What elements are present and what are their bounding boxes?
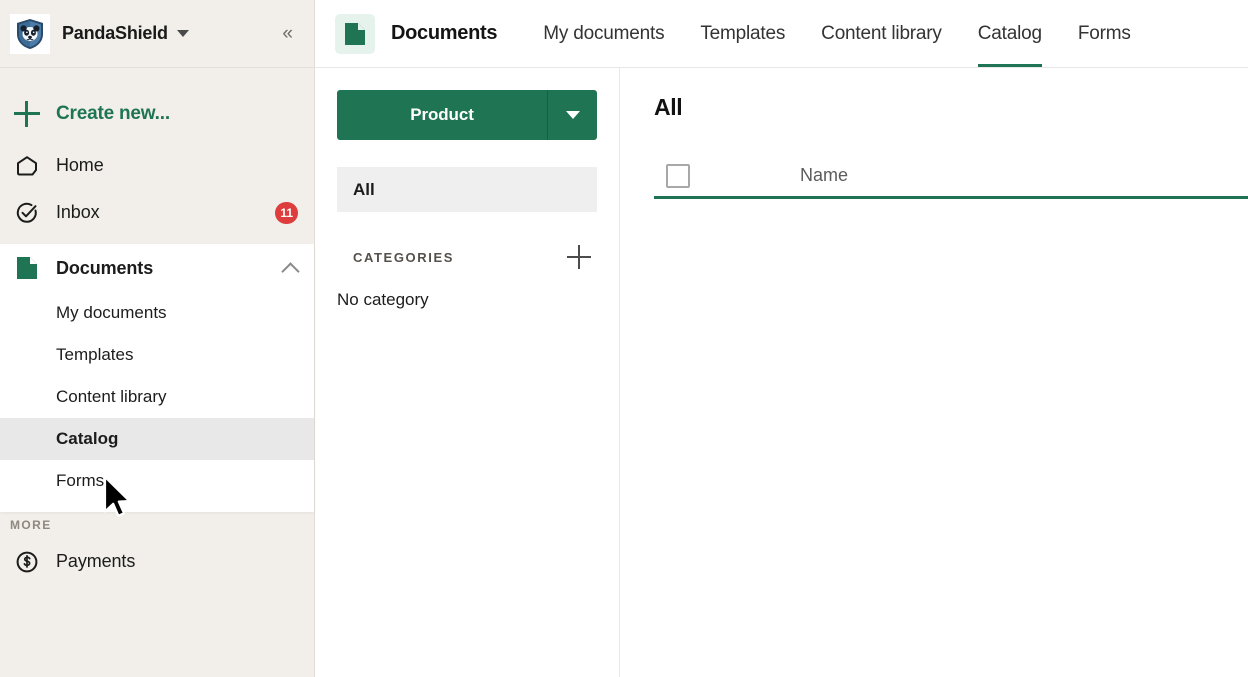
sidebar-item-templates[interactable]: Templates [0,334,314,376]
tabbar-brand: Documents [335,14,497,54]
plus-icon [14,101,40,127]
sidebar-item-home[interactable]: Home [0,142,314,189]
category-item-all[interactable]: All [337,167,597,212]
sidebar-item-documents[interactable]: Documents [0,244,314,292]
sidebar-documents-group: Documents My documents Templates Content… [0,244,314,512]
sidebar-more-section: MORE Payments [0,512,314,593]
sidebar-item-label: Inbox [56,202,100,223]
tab-content-library[interactable]: Content library [803,0,960,68]
tab-catalog[interactable]: Catalog [960,0,1060,68]
brand-row[interactable]: PandaShield « [0,0,314,68]
sidebar-item-label: Documents [56,258,153,279]
sidebar-item-label: Payments [56,551,135,572]
categories-header-row: CATEGORIES [337,242,597,272]
double-chevron-left-icon[interactable]: « [276,20,298,47]
dollar-circle-icon [14,549,40,575]
content-body: Product All CATEGORIES No category All N… [315,68,1248,677]
sidebar-more-header: MORE [0,512,314,538]
category-panel: Product All CATEGORIES No category [315,68,620,677]
home-icon [14,153,40,179]
brand-name: PandaShield [62,23,168,44]
catalog-list-panel: All Name [620,68,1248,677]
sidebar-item-payments[interactable]: Payments [0,538,314,585]
create-product-button[interactable]: Product [337,90,547,140]
create-product-split-button[interactable]: Product [337,90,597,140]
top-tabbar: Documents My documents Templates Content… [315,0,1248,68]
sidebar-item-label: Home [56,155,104,176]
create-product-dropdown-button[interactable] [547,90,597,140]
table-body [654,199,1248,619]
document-icon [14,255,40,281]
tab-my-documents[interactable]: My documents [525,0,682,68]
list-title: All [654,94,1248,121]
categories-header-label: CATEGORIES [353,250,454,265]
check-circle-icon [14,200,40,226]
page-title: Documents [391,22,497,45]
chevron-down-icon[interactable] [177,30,189,37]
chevron-up-icon[interactable] [282,260,298,276]
application-window: PandaShield « Create new... Home [0,0,1248,677]
sidebar-item-inbox[interactable]: Inbox 11 [0,189,314,236]
main-content: Documents My documents Templates Content… [315,0,1248,677]
category-item-no-category[interactable]: No category [337,286,597,314]
table-header-row: Name [654,155,1248,199]
tab-forms[interactable]: Forms [1060,0,1149,68]
add-category-icon[interactable] [567,245,591,269]
select-all-checkbox[interactable] [666,164,690,188]
create-new-button[interactable]: Create new... [0,86,314,142]
sidebar-item-forms[interactable]: Forms [0,460,314,502]
tab-templates[interactable]: Templates [682,0,803,68]
sidebar-item-content-library[interactable]: Content library [0,376,314,418]
sidebar-item-my-documents[interactable]: My documents [0,292,314,334]
inbox-badge: 11 [275,202,298,224]
sidebar-item-catalog[interactable]: Catalog [0,418,314,460]
chevron-down-icon [566,111,580,119]
create-new-label: Create new... [56,103,170,125]
document-icon [335,14,375,54]
sidebar: PandaShield « Create new... Home [0,0,315,677]
panda-shield-logo-icon [10,14,50,54]
column-header-name[interactable]: Name [800,165,848,186]
